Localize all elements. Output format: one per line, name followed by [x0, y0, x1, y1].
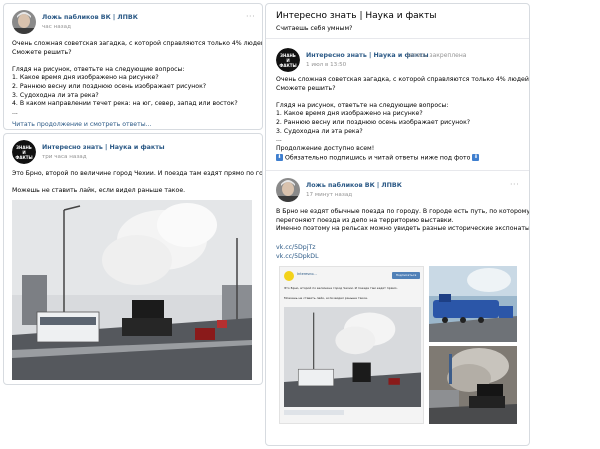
post-photo-screenshot[interactable]: Interesno... Подписаться Это Брно, второ… [279, 266, 424, 424]
post-photo[interactable] [12, 200, 252, 380]
embed-avatar [284, 271, 294, 281]
post-time[interactable]: три часа назад [42, 154, 87, 160]
arrow-down-icon: ⬇ [276, 154, 283, 161]
pinned-label: запись закреплена [406, 52, 467, 59]
more-options-icon[interactable]: ··· [510, 181, 519, 189]
post-time[interactable]: 1 июл в 13:50 [306, 62, 346, 68]
post-photo-locomotive-smoke[interactable] [429, 346, 517, 424]
author-name[interactable]: Интересно знать | Наука и факты [42, 144, 165, 151]
embed-photo [284, 307, 421, 407]
svg-text:ФАКТЫ: ФАКТЫ [279, 63, 296, 68]
external-link[interactable]: vk.cc/5DpjTz [276, 244, 315, 251]
external-link[interactable]: vk.cc/5DpkDL [276, 253, 319, 260]
post-text: В Брно не ездят обычные поезда по городу… [276, 208, 530, 233]
post-card: ЗНАНЬ И ФАКТЫ Интересно знать | Наука и … [3, 133, 263, 385]
embed-caption: Можешь не ставить лайк, если видел раньш… [284, 296, 368, 300]
author-name[interactable]: Ложь пабликов ВК | ЛПВК [42, 14, 138, 21]
group-title: Интересно знать | Наука и факты [276, 11, 437, 21]
embed-footer-bar [284, 410, 344, 415]
post-photo-locomotive-blue[interactable] [429, 266, 517, 342]
promo-line: ⬇ Обязательно подпишись и читай ответы н… [276, 154, 480, 162]
author-avatar[interactable] [276, 178, 300, 202]
divider [266, 170, 529, 171]
group-feed-card: Интересно знать | Наука и факты Считаешь… [265, 3, 530, 446]
embed-caption: Это Брно, второй по величине город Чехии… [284, 286, 398, 290]
group-status[interactable]: Считаешь себя умным? [276, 25, 352, 32]
post-time[interactable]: 17 минут назад [306, 192, 352, 198]
post-text: Очень сложная советская загадка, с котор… [12, 40, 263, 116]
divider [266, 38, 529, 39]
post-card: Ложь пабликов ВК | ЛПВК час назад ··· Оч… [3, 3, 263, 130]
embed-subscribe-button: Подписаться [392, 272, 420, 279]
embed-author: Interesno... [297, 272, 317, 276]
svg-text:ФАКТЫ: ФАКТЫ [15, 155, 32, 160]
arrow-down-icon: ⬇ [472, 154, 480, 161]
author-name[interactable]: Ложь пабликов ВК | ЛПВК [306, 182, 402, 189]
more-options-icon[interactable]: ··· [246, 13, 255, 21]
post-time[interactable]: час назад [42, 24, 71, 30]
group-avatar[interactable]: ЗНАНЬ И ФАКТЫ [276, 48, 300, 72]
read-more-link[interactable]: Читать продолжение и смотреть ответы... [12, 121, 152, 128]
post-text: Это Брно, второй по величине город Чехии… [12, 170, 263, 195]
author-avatar[interactable]: ЗНАНЬ И ФАКТЫ [12, 140, 36, 164]
author-avatar[interactable] [12, 10, 36, 34]
post-text: Очень сложная советская загадка, с котор… [276, 76, 530, 152]
